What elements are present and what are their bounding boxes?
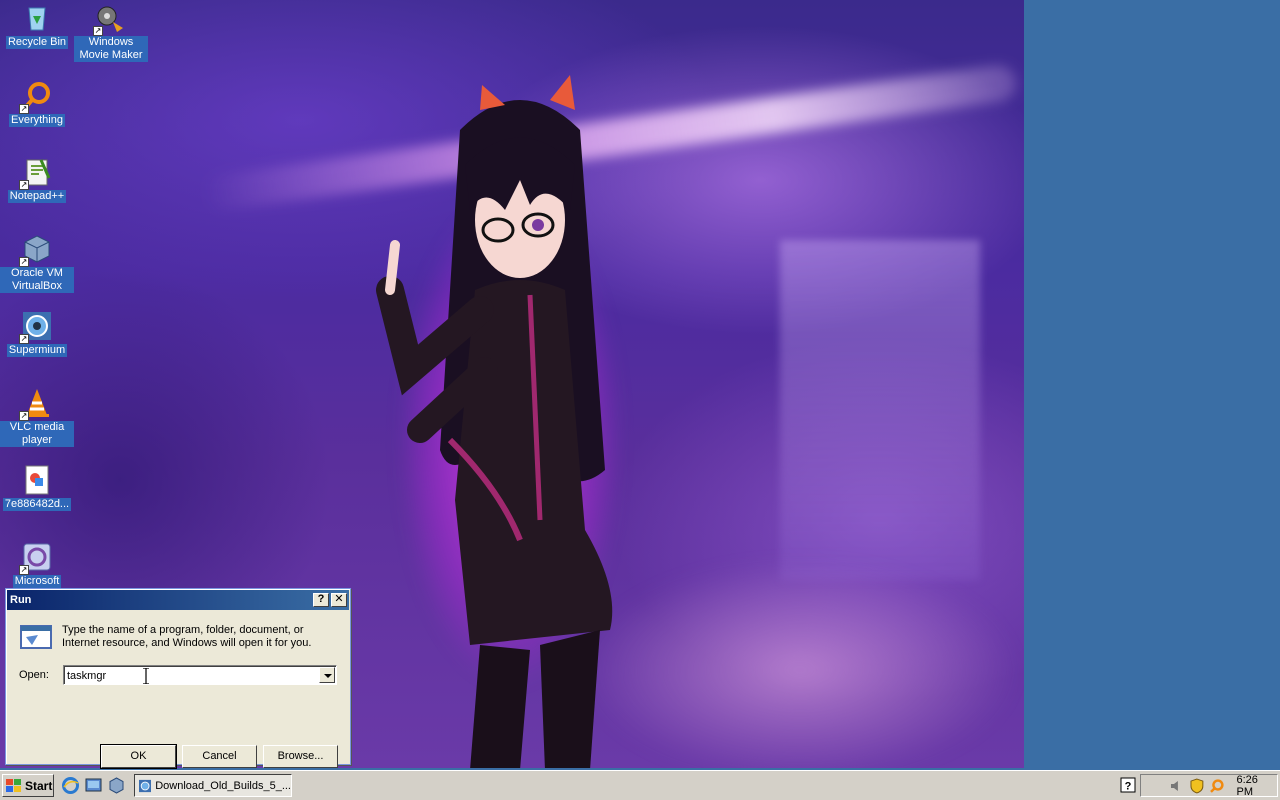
- notepad-plus-plus-icon: ↗: [19, 156, 53, 190]
- start-label: Start: [25, 778, 53, 793]
- windows-logo-icon: [6, 778, 21, 792]
- desktop-icon-label: Notepad++: [7, 190, 67, 203]
- run-program-icon: [20, 625, 52, 649]
- chevron-down-icon[interactable]: [319, 667, 335, 683]
- supermium-taskbar-icon: [139, 779, 152, 792]
- svg-text:?: ?: [1125, 781, 1132, 793]
- run-dialog: Run ? ✕ Type the name of a program, fold…: [5, 588, 351, 769]
- desktop-icon-image-file[interactable]: 7e886482d...: [0, 464, 74, 511]
- show-desktop-icon[interactable]: [85, 777, 102, 794]
- desktop-icon-vlc[interactable]: ↗ VLC media player: [0, 387, 74, 447]
- run-dialog-title: Run: [10, 594, 32, 606]
- close-button[interactable]: ✕: [331, 593, 347, 607]
- search-icon[interactable]: [1209, 778, 1225, 794]
- taskbar-item-browser[interactable]: Download_Old_Builds_5_...: [134, 774, 292, 797]
- desktop-icon-label: Windows Movie Maker: [74, 36, 148, 62]
- quick-launch-bar: [62, 777, 125, 794]
- run-dialog-title-bar[interactable]: Run ? ✕: [7, 590, 349, 610]
- wallpaper-anime-figure: [376, 75, 613, 768]
- help-button[interactable]: ?: [313, 593, 329, 607]
- virtualbox-quick-launch-icon[interactable]: [108, 777, 125, 794]
- taskbar-item-label: Download_Old_Builds_5_...: [155, 779, 291, 792]
- desktop-icon-microsoft[interactable]: ↗ Microsoft: [0, 541, 74, 588]
- start-button[interactable]: Start: [2, 774, 54, 797]
- shield-icon[interactable]: [1189, 778, 1205, 794]
- desktop-icon-label: Microsoft: [12, 575, 62, 588]
- microsoft-app-icon: ↗: [19, 541, 53, 575]
- clock[interactable]: 6:26 PM: [1236, 774, 1277, 798]
- desktop-icon-windows-movie-maker[interactable]: ↗ Windows Movie Maker: [74, 2, 148, 62]
- supermium-browser-icon: ↗: [19, 310, 53, 344]
- volume-icon[interactable]: [1169, 778, 1185, 794]
- wallpaper-window: [780, 240, 980, 580]
- desktop-icon-label: Supermium: [6, 344, 68, 357]
- vlc-cone-icon: ↗: [19, 387, 53, 421]
- image-file-icon: [21, 464, 53, 496]
- recycle-bin-icon: [21, 2, 53, 34]
- browse-button[interactable]: Browse...: [263, 745, 338, 768]
- desktop-icon-label: Oracle VM VirtualBox: [0, 267, 74, 293]
- taskbar: Start Download_Old_Builds_5_... ? 6:26 P…: [0, 770, 1280, 800]
- everything-search-icon: ↗: [19, 80, 53, 114]
- open-label: Open:: [19, 669, 49, 681]
- desktop-icon-notepad-plus-plus[interactable]: ↗ Notepad++: [0, 156, 74, 203]
- desktop-icon-label: VLC media player: [0, 421, 74, 447]
- system-tray: 6:26 PM: [1140, 774, 1278, 798]
- desktop-icon-supermium[interactable]: ↗ Supermium: [0, 310, 74, 357]
- ok-button[interactable]: OK: [100, 744, 177, 769]
- help-icon[interactable]: ?: [1120, 777, 1136, 793]
- open-combobox[interactable]: [63, 665, 337, 685]
- internet-explorer-icon[interactable]: [62, 777, 79, 794]
- desktop-icon-label: Everything: [9, 114, 65, 127]
- desktop-icon-recycle-bin[interactable]: Recycle Bin: [0, 2, 74, 49]
- desktop-icon-virtualbox[interactable]: ↗ Oracle VM VirtualBox: [0, 233, 74, 293]
- desktop-icon-label: Recycle Bin: [5, 36, 69, 49]
- virtualbox-icon: ↗: [19, 233, 53, 267]
- run-dialog-description: Type the name of a program, folder, docu…: [62, 624, 312, 649]
- desktop-icon-label: 7e886482d...: [2, 498, 72, 511]
- desktop-icon-everything[interactable]: ↗ Everything: [0, 80, 74, 127]
- cancel-button[interactable]: Cancel: [182, 745, 257, 768]
- open-input[interactable]: [67, 668, 315, 683]
- movie-maker-icon: ↗: [93, 2, 127, 36]
